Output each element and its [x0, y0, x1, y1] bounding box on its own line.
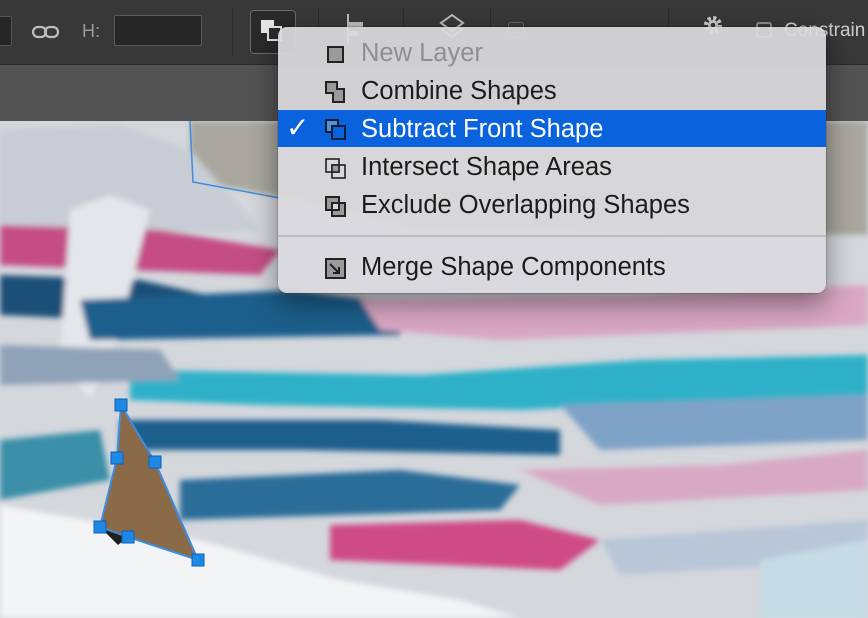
- height-label: H:: [82, 21, 100, 41]
- menu-item-combine-shapes[interactable]: Combine Shapes: [278, 72, 826, 109]
- merge-shape-components-icon: [325, 258, 346, 279]
- divider: [232, 8, 233, 56]
- subtract-front-shape-icon: [325, 119, 346, 140]
- width-input[interactable]: [0, 16, 12, 46]
- menu-divider: [278, 235, 826, 237]
- menu-item-exclude-overlapping-shapes[interactable]: Exclude Overlapping Shapes: [278, 186, 826, 223]
- combine-shapes-icon: [325, 81, 345, 103]
- menu-item-new-layer: New Layer: [278, 34, 826, 71]
- menu-item-label: Intersect Shape Areas: [361, 153, 612, 181]
- menu-item-label: Exclude Overlapping Shapes: [361, 191, 690, 219]
- menu-item-merge-shape-components[interactable]: Merge Shape Components: [278, 248, 826, 285]
- height-input[interactable]: [114, 15, 202, 46]
- menu-item-intersect-shape-areas[interactable]: Intersect Shape Areas: [278, 148, 826, 185]
- checkmark-icon: ✓: [286, 111, 310, 144]
- menu-item-subtract-front-shape[interactable]: ✓ Subtract Front Shape: [278, 110, 826, 147]
- link-icon[interactable]: [30, 20, 62, 44]
- menu-item-label: Combine Shapes: [361, 77, 557, 105]
- menu-item-label: Subtract Front Shape: [361, 115, 604, 143]
- path-operations-menu: New Layer Combine Shapes ✓ Subtract Fron…: [278, 27, 826, 293]
- menu-item-label: New Layer: [361, 39, 483, 67]
- exclude-overlapping-shapes-icon: [325, 196, 346, 217]
- new-layer-icon: [327, 46, 344, 63]
- menu-item-label: Merge Shape Components: [361, 253, 666, 281]
- intersect-shape-areas-icon: [325, 158, 346, 179]
